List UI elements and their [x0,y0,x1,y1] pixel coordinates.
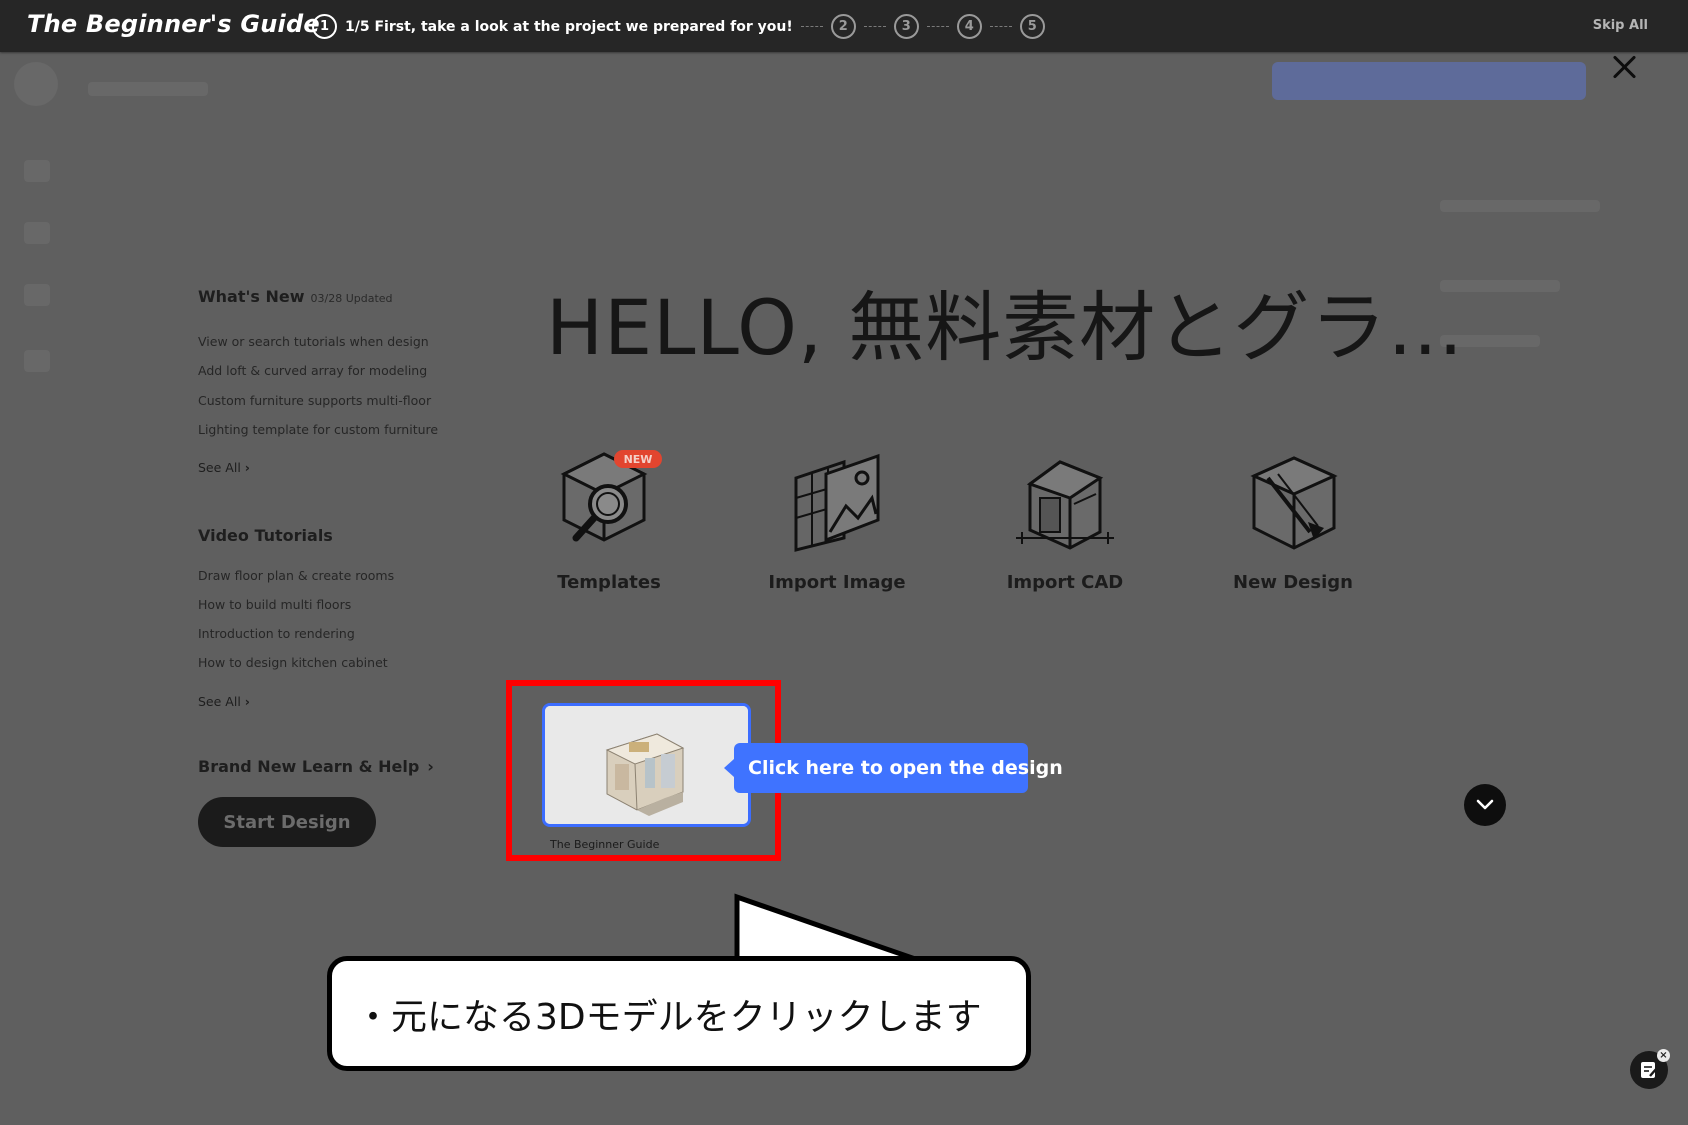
chevron-right-icon: › [427,757,434,776]
video-tutorial-link[interactable]: How to design kitchen cabinet [198,655,388,670]
import-cad-label: Import CAD [1006,572,1124,593]
new-design-icon [1250,456,1338,550]
background-nav-icon [24,284,50,306]
step-5-indicator: 5 [1019,14,1045,39]
guide-bar: The Beginner's Guide 1 1/5 First, take a… [0,0,1688,52]
guide-title: The Beginner's Guide [27,10,320,38]
whats-new-updated: 03/28 Updated [310,292,393,305]
close-icon[interactable] [1610,52,1640,82]
step-divider [926,26,949,27]
whats-new-link[interactable]: Custom furniture supports multi-floor [198,393,431,408]
background-avatar [14,62,58,106]
video-tutorials-see-all[interactable]: See All › [198,694,250,709]
new-design-label: New Design [1233,572,1353,593]
start-design-button[interactable]: Start Design [198,797,376,847]
step-4-indicator: 4 [956,14,982,39]
background-nav-icon [24,350,50,372]
annotation-text: ・元になる3Dモデルをクリックします [355,997,982,1038]
background-nav-icon [24,160,50,182]
video-tutorials-heading: Video Tutorials [198,526,333,545]
templates-action[interactable]: NEW Templates [509,448,709,593]
import-cad-action[interactable]: Import CAD [965,448,1165,593]
step-divider [800,26,823,27]
step-divider [989,26,1012,27]
templates-icon: NEW [560,450,662,542]
background-blue-button [1272,62,1586,100]
import-cad-icon [1016,460,1114,550]
whats-new-link[interactable]: Lighting template for custom furniture [198,422,438,437]
import-image-icon [794,453,880,552]
learn-help-link[interactable]: Brand New Learn & Help › [198,757,434,776]
whats-new-title: What's New [198,287,305,306]
see-all-label: See All [198,694,241,709]
hello-heading: HELLO, 無料素材とグラ… [546,283,1465,372]
video-tutorial-link[interactable]: How to build multi floors [198,597,351,612]
edit-note-icon [1641,1062,1658,1078]
video-tutorial-link[interactable]: Introduction to rendering [198,626,355,641]
skip-all-button[interactable]: Skip All [1593,18,1648,33]
whats-new-see-all[interactable]: See All › [198,460,250,475]
background-side-row [1440,200,1600,212]
step-3-indicator: 3 [893,14,919,39]
whats-new-heading: What's New 03/28 Updated [198,287,393,306]
feedback-close-icon[interactable]: × [1657,1049,1670,1062]
see-all-label: See All [198,460,241,475]
import-image-label: Import Image [768,572,906,593]
import-image-action[interactable]: Import Image [737,448,937,593]
step-1-indicator: 1 [312,14,337,39]
chevron-down-icon [1476,799,1494,810]
whats-new-link[interactable]: View or search tutorials when design [198,334,429,349]
templates-label: Templates [557,572,661,593]
learn-help-label: Brand New Learn & Help [198,757,420,776]
whats-new-link[interactable]: Add loft & curved array for modeling [198,363,427,378]
step-2-indicator: 2 [830,14,856,39]
new-design-action[interactable]: New Design [1193,448,1393,593]
step-divider [863,26,886,27]
step-description: 1/5 First, take a look at the project we… [345,18,793,35]
chevron-right-icon: › [244,460,250,475]
guide-steps: 1 1/5 First, take a look at the project … [312,14,1045,39]
scroll-down-button[interactable] [1464,784,1506,826]
background-nav-icon [24,222,50,244]
new-badge: NEW [624,453,653,466]
background-header-text [88,82,208,96]
video-tutorial-link[interactable]: Draw floor plan & create rooms [198,568,394,583]
callout-tail [734,893,923,964]
open-design-tooltip: Click here to open the design [724,743,1063,793]
chevron-right-icon: › [244,694,250,709]
